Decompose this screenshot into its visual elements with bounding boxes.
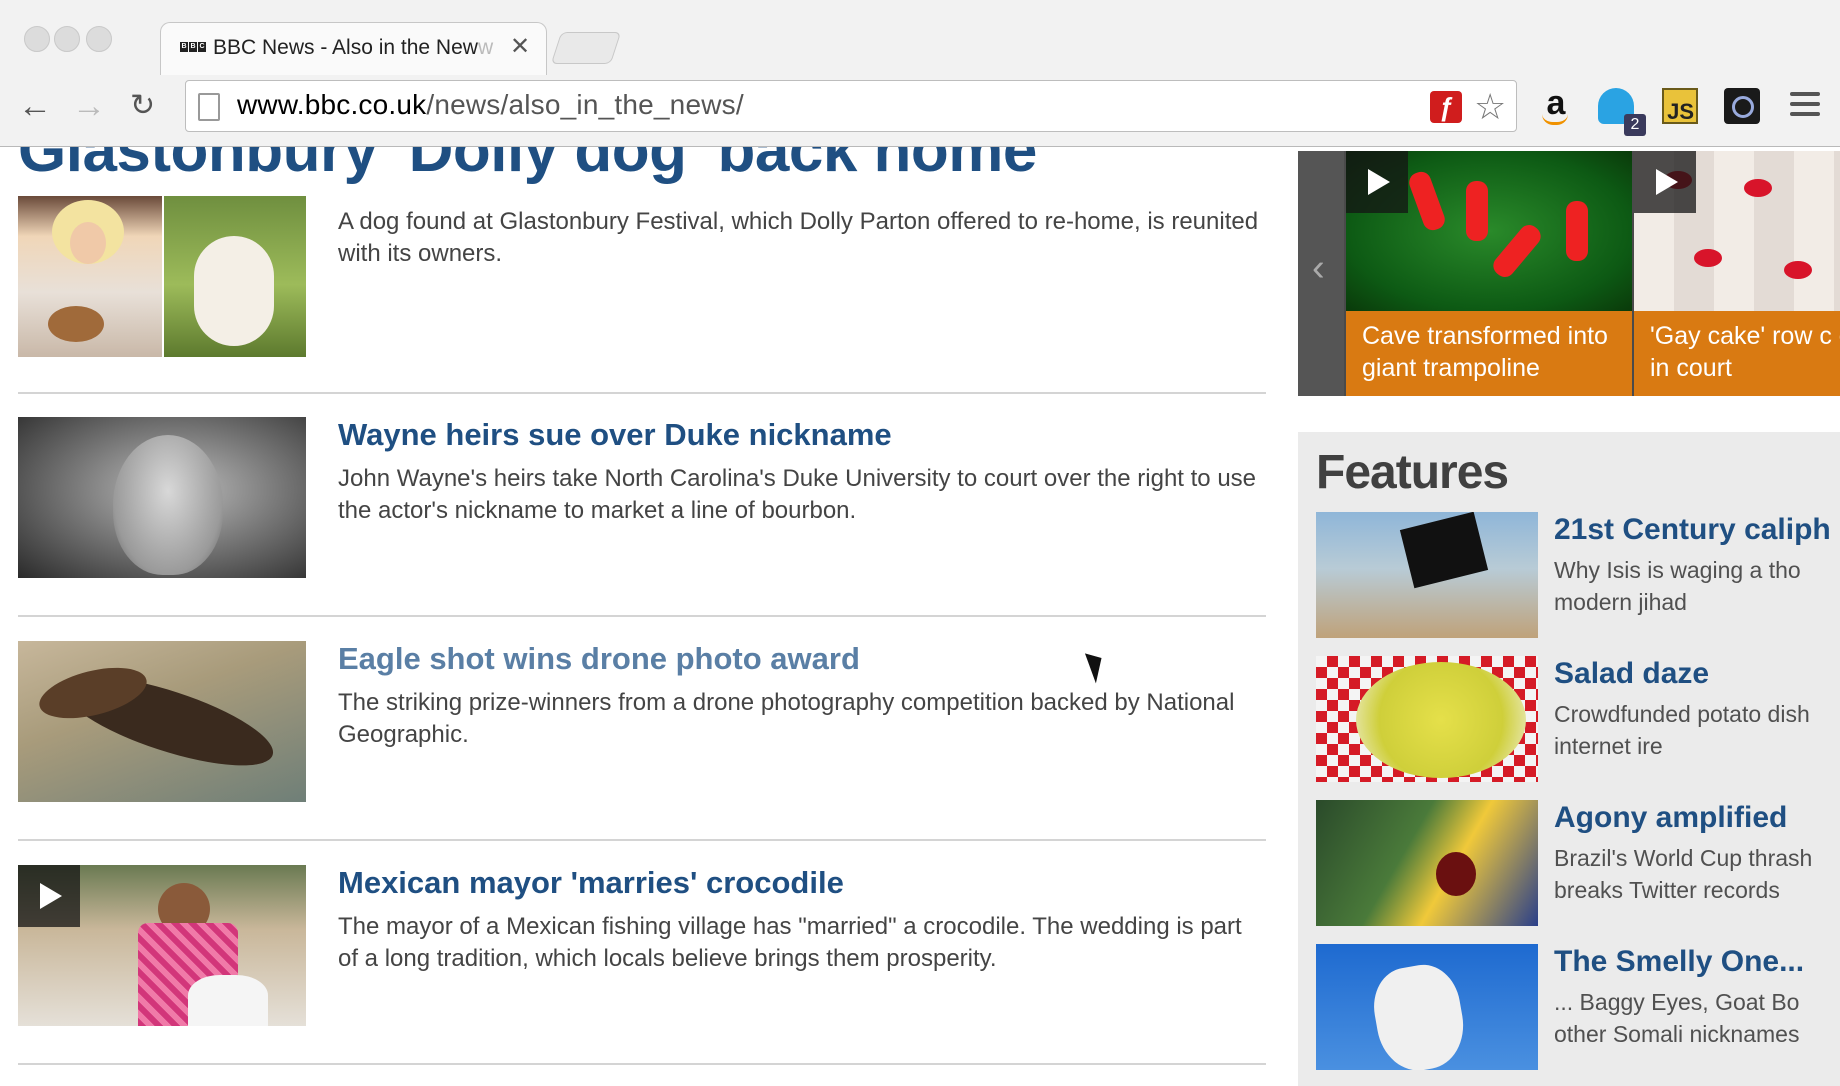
ghostery-badge: 2	[1624, 114, 1646, 136]
forward-button[interactable]: →	[72, 86, 106, 126]
play-icon[interactable]	[1346, 151, 1408, 213]
feature-summary: Brazil's World Cup thrash breaks Twitter…	[1554, 845, 1813, 903]
features-title: Features	[1316, 446, 1509, 499]
bbc-favicon-icon: BBC	[180, 42, 206, 52]
hero-headline[interactable]: Glastonbury 'Dolly dog' back home	[18, 147, 1037, 186]
story-item: Eagle shot wins drone photo award The st…	[18, 641, 1266, 802]
feature-thumbnail[interactable]	[1316, 656, 1538, 782]
chrome-menu-icon[interactable]	[1790, 92, 1820, 122]
tab-title: BBC News - Also in the Neww	[213, 36, 494, 59]
feature-item: Agony amplified Brazil's World Cup thras…	[1316, 800, 1840, 926]
amazon-icon[interactable]: a	[1538, 86, 1574, 125]
story-thumbnail[interactable]	[18, 417, 306, 578]
story-headline[interactable]: Eagle shot wins drone photo award	[338, 641, 1268, 677]
new-tab-button[interactable]	[550, 32, 622, 64]
carousel-caption[interactable]: Cave transformed into giant trampoline	[1346, 311, 1632, 396]
story-item: A dog found at Glastonbury Festival, whi…	[18, 196, 1266, 357]
story-item: Mexican mayor 'marries' crocodile The ma…	[18, 865, 1266, 1026]
feature-summary: ... Baggy Eyes, Goat Bo other Somali nic…	[1554, 989, 1800, 1047]
divider	[18, 839, 1266, 841]
feature-item: The Smelly One... ... Baggy Eyes, Goat B…	[1316, 944, 1840, 1070]
feature-summary: Why Isis is waging a tho modern jihad	[1554, 557, 1801, 615]
feature-thumbnail[interactable]	[1316, 944, 1538, 1070]
divider	[18, 1063, 1266, 1065]
feature-thumbnail[interactable]	[1316, 512, 1538, 638]
camera-icon[interactable]	[1724, 88, 1760, 124]
story-summary: A dog found at Glastonbury Festival, whi…	[338, 208, 1259, 267]
js-icon[interactable]: JS	[1662, 88, 1698, 124]
story-item: Wayne heirs sue over Duke nickname John …	[18, 417, 1266, 578]
back-button[interactable]: ←	[18, 86, 52, 126]
bookmark-star-icon[interactable]: ☆	[1474, 86, 1506, 128]
reload-button[interactable]: ↻	[130, 86, 155, 126]
feature-item: 21st Century caliph Why Isis is waging a…	[1316, 512, 1840, 638]
story-thumbnail[interactable]	[18, 865, 306, 1026]
story-summary: The mayor of a Mexican fishing village h…	[338, 913, 1242, 972]
divider	[18, 392, 1266, 394]
carousel-item[interactable]: 'Gay cake' row c end up in court	[1634, 151, 1840, 396]
play-icon[interactable]	[18, 865, 80, 927]
close-window-button[interactable]	[24, 26, 50, 52]
story-thumbnail[interactable]	[18, 641, 306, 802]
story-headline[interactable]: Mexican mayor 'marries' crocodile	[338, 865, 1268, 901]
flash-icon[interactable]: ƒ	[1430, 91, 1462, 123]
story-summary: John Wayne's heirs take North Carolina's…	[338, 465, 1257, 524]
chevron-left-icon: ‹	[1312, 247, 1325, 289]
feature-headline[interactable]: 21st Century caliph	[1554, 512, 1840, 548]
feature-headline[interactable]: The Smelly One...	[1554, 944, 1840, 980]
carousel-item[interactable]: Cave transformed into giant trampoline	[1346, 151, 1632, 396]
story-headline[interactable]: Wayne heirs sue over Duke nickname	[338, 417, 1268, 453]
url-text[interactable]: www.bbc.co.uk/news/also_in_the_news/	[237, 89, 744, 121]
story-thumbnail[interactable]	[18, 196, 306, 357]
feature-headline[interactable]: Agony amplified	[1554, 800, 1840, 836]
feature-thumbnail[interactable]	[1316, 800, 1538, 926]
minimize-window-button[interactable]	[54, 26, 80, 52]
carousel-caption[interactable]: 'Gay cake' row c end up in court	[1634, 311, 1840, 396]
tab-close-icon[interactable]: ✕	[510, 32, 530, 61]
feature-summary: Crowdfunded potato dish internet ire	[1554, 701, 1810, 759]
divider	[18, 615, 1266, 617]
play-icon[interactable]	[1634, 151, 1696, 213]
browser-chrome: BBC BBC News - Also in the Neww ✕ ← → ↻ …	[0, 0, 1840, 147]
page-icon	[198, 93, 220, 121]
story-summary: The striking prize-winners from a drone …	[338, 689, 1235, 748]
zoom-window-button[interactable]	[86, 26, 112, 52]
feature-item: Salad daze Crowdfunded potato dish inter…	[1316, 656, 1840, 782]
page-content: Glastonbury 'Dolly dog' back home A dog …	[0, 147, 1840, 1086]
feature-headline[interactable]: Salad daze	[1554, 656, 1840, 692]
